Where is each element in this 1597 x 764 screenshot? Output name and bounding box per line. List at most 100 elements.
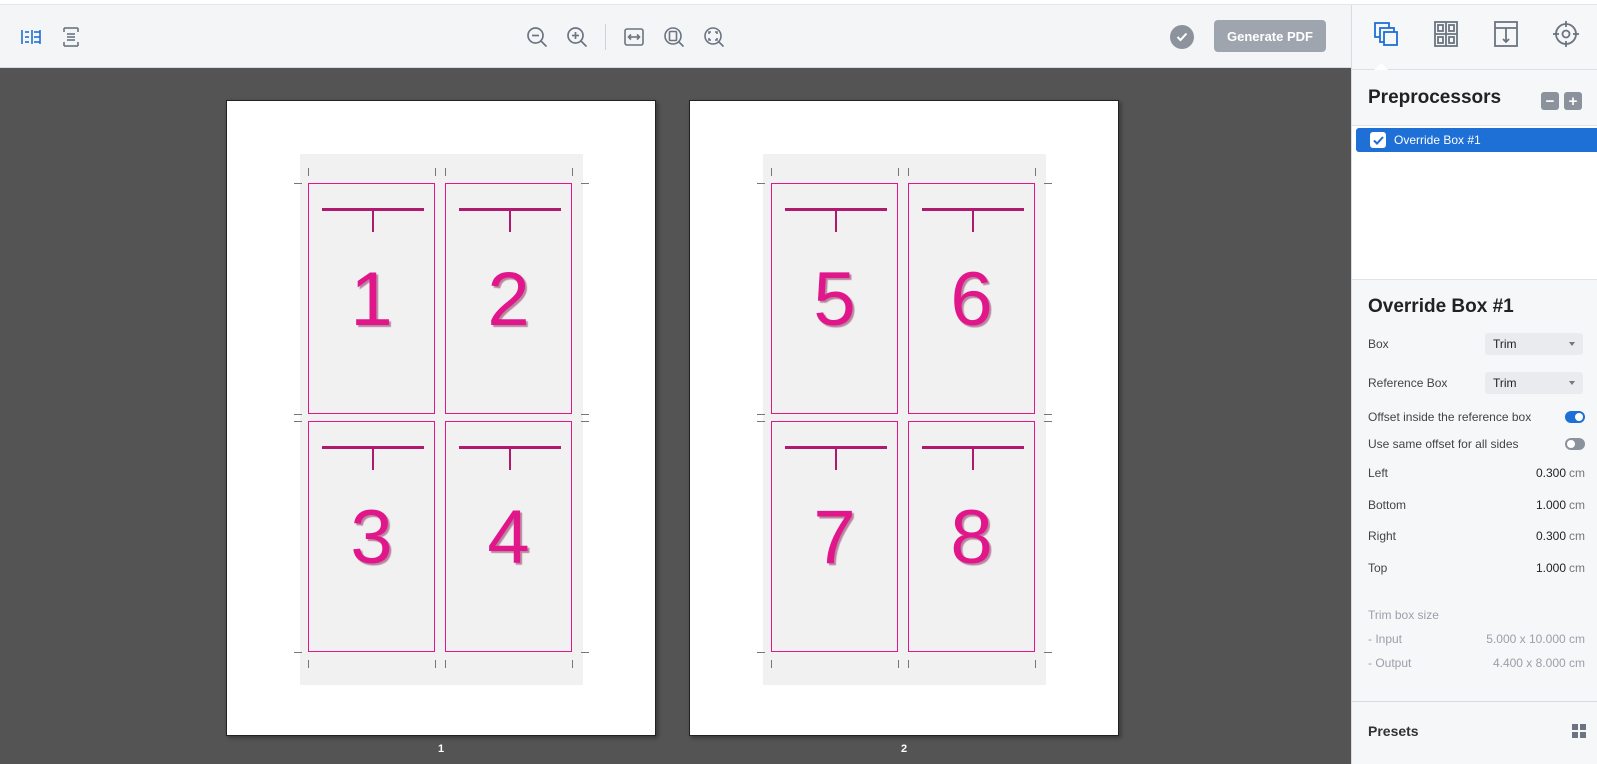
imposed-card: 8 xyxy=(908,421,1035,652)
marks-tab-icon[interactable] xyxy=(1491,19,1521,49)
crop-mark xyxy=(1035,168,1036,176)
imposed-card: 7 xyxy=(771,421,898,652)
remove-preprocessor-button[interactable]: − xyxy=(1541,92,1559,110)
crop-mark xyxy=(294,183,302,184)
fit-width-icon[interactable] xyxy=(621,24,647,50)
same-offset-label: Use same offset for all sides xyxy=(1368,437,1519,451)
box-label: Box xyxy=(1368,337,1389,351)
crop-mark xyxy=(1044,652,1052,653)
chevron-down-icon xyxy=(1569,342,1575,346)
toolbar: Generate PDF xyxy=(0,5,1351,68)
offset-inside-label: Offset inside the reference box xyxy=(1368,410,1532,424)
crop-mark xyxy=(581,421,589,422)
generate-pdf-button[interactable]: Generate PDF xyxy=(1214,20,1326,52)
crop-mark xyxy=(1035,660,1036,668)
fit-page-icon[interactable] xyxy=(661,24,687,50)
layout-tab-icon[interactable] xyxy=(1431,19,1461,49)
presets-bar[interactable]: Presets xyxy=(1352,701,1597,764)
crop-mark xyxy=(435,660,436,668)
card-stem-mark xyxy=(372,448,374,470)
imposed-card: 5 xyxy=(771,183,898,414)
crop-mark xyxy=(757,414,765,415)
tabs-divider xyxy=(1352,69,1597,70)
presets-label: Presets xyxy=(1368,723,1419,739)
crop-mark xyxy=(294,652,302,653)
crop-mark xyxy=(445,168,446,176)
crop-mark xyxy=(308,168,309,176)
top-offset-field[interactable]: 1.000 cm xyxy=(1536,561,1585,575)
crop-mark xyxy=(572,168,573,176)
output-size-value: 4.400 x 8.000 cm xyxy=(1492,656,1585,670)
document-canvas[interactable]: 1 2 3 4 1 5 6 7 8 2 xyxy=(0,68,1351,764)
two-page-view-icon[interactable] xyxy=(18,24,44,50)
crop-mark xyxy=(308,660,309,668)
crop-mark xyxy=(581,652,589,653)
card-stem-mark xyxy=(509,210,511,232)
crop-mark xyxy=(572,660,573,668)
grid-icon[interactable] xyxy=(1572,724,1586,743)
crop-mark xyxy=(294,414,302,415)
zoom-out-icon[interactable] xyxy=(524,24,550,50)
right-offset-field[interactable]: 0.300 cm xyxy=(1536,529,1585,543)
preprocessors-tab-icon[interactable] xyxy=(1371,19,1401,49)
add-preprocessor-button[interactable]: + xyxy=(1564,92,1582,110)
crop-mark xyxy=(435,168,436,176)
zoom-in-icon[interactable] xyxy=(564,24,590,50)
imposed-page-1: 1 2 3 4 xyxy=(226,100,656,736)
reference-box-select[interactable]: Trim xyxy=(1485,372,1583,394)
card-stem-mark xyxy=(835,448,837,470)
left-offset-field[interactable]: 0.300 cm xyxy=(1536,466,1585,480)
crop-mark xyxy=(771,660,772,668)
right-offset-label: Right xyxy=(1368,529,1397,543)
offset-inside-toggle[interactable] xyxy=(1565,411,1585,423)
card-number: 8 xyxy=(950,495,993,580)
reference-box-select-value: Trim xyxy=(1493,376,1517,390)
crop-mark xyxy=(757,183,765,184)
reference-box-label: Reference Box xyxy=(1368,376,1448,390)
crop-mark xyxy=(1044,421,1052,422)
crop-mark xyxy=(294,421,302,422)
top-offset-label: Top xyxy=(1368,561,1388,575)
target-tab-icon[interactable] xyxy=(1551,19,1581,49)
imposed-card: 3 xyxy=(308,421,435,652)
crop-mark xyxy=(898,168,899,176)
preprocessor-item-label: Override Box #1 xyxy=(1394,133,1481,147)
active-tab-pointer xyxy=(1374,63,1388,70)
left-offset-label: Left xyxy=(1368,466,1389,480)
sheet: 5 6 7 8 xyxy=(757,154,1052,685)
card-stem-mark xyxy=(835,210,837,232)
input-size-value: 5.000 x 10.000 cm xyxy=(1486,632,1585,646)
preprocessor-list: Override Box #1 xyxy=(1352,125,1597,280)
card-number: 6 xyxy=(950,257,993,342)
imposed-card: 2 xyxy=(445,183,572,414)
same-offset-toggle[interactable] xyxy=(1565,438,1585,450)
trim-box-size-label: Trim box size xyxy=(1368,608,1439,622)
bottom-offset-field[interactable]: 1.000 cm xyxy=(1536,498,1585,512)
input-size-label: - Input xyxy=(1368,632,1403,646)
card-stem-mark xyxy=(509,448,511,470)
page-number-label: 1 xyxy=(437,743,445,755)
card-number: 1 xyxy=(350,257,393,342)
box-select-value: Trim xyxy=(1493,337,1517,351)
crop-mark xyxy=(445,660,446,668)
crop-mark xyxy=(908,168,909,176)
preprocessor-item[interactable]: Override Box #1 xyxy=(1356,128,1597,152)
card-number: 4 xyxy=(487,495,530,580)
imposed-page-2: 5 6 7 8 xyxy=(689,100,1119,736)
toolbar-separator xyxy=(605,24,606,50)
card-number: 7 xyxy=(813,495,856,580)
crop-mark xyxy=(1044,414,1052,415)
chevron-down-icon xyxy=(1569,381,1575,385)
imposed-card: 1 xyxy=(308,183,435,414)
card-number: 3 xyxy=(350,495,393,580)
box-select[interactable]: Trim xyxy=(1485,333,1583,355)
single-page-view-icon[interactable] xyxy=(58,24,84,50)
card-number: 2 xyxy=(487,257,530,342)
card-stem-mark xyxy=(972,210,974,232)
crop-mark xyxy=(898,660,899,668)
imposed-card: 4 xyxy=(445,421,572,652)
output-size-label: - Output xyxy=(1368,656,1412,670)
card-stem-mark xyxy=(972,448,974,470)
preprocessor-checkbox[interactable] xyxy=(1370,132,1386,148)
actual-size-icon[interactable] xyxy=(701,24,727,50)
